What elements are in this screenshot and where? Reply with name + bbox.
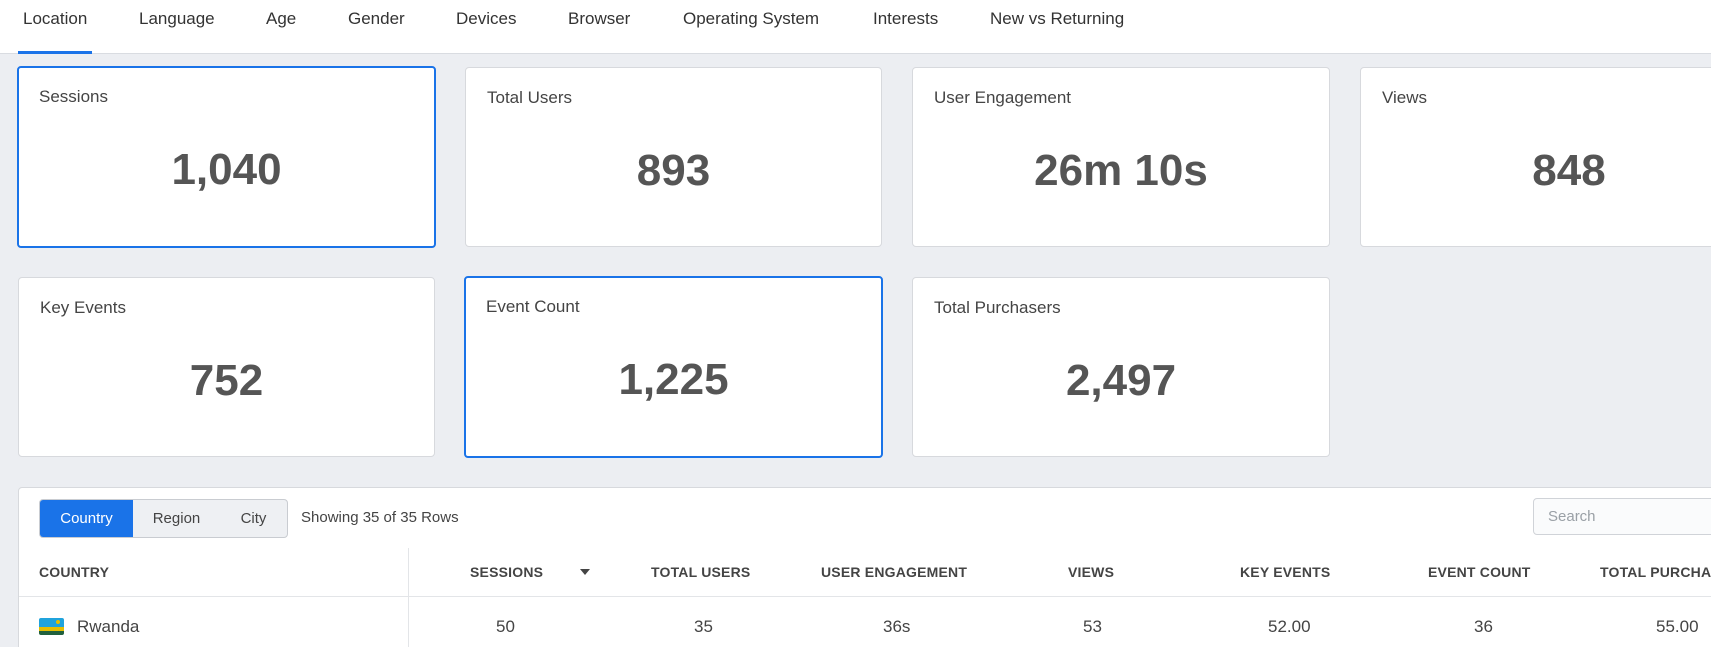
column-header-total-purchasers[interactable]: TOTAL PURCHA [1600,548,1711,596]
tab-location[interactable]: Location [17,0,93,54]
metric-value: 1,040 [171,145,282,194]
segment-country[interactable]: Country [40,500,133,537]
metric-card-total-purchasers[interactable]: Total Purchasers 2,497 [912,277,1330,457]
metric-card-sessions[interactable]: Sessions 1,040 [17,66,436,248]
table-header: COUNTRY SESSIONS TOTAL USERS USER ENGAGE… [19,548,1711,597]
metric-value: 2,497 [1065,356,1177,405]
column-header-total-users[interactable]: TOTAL USERS [651,548,750,596]
segment-city[interactable]: City [220,500,287,537]
cell-views: 53 [1083,617,1102,636]
tab-browser[interactable]: Browser [568,0,630,53]
metric-card-views[interactable]: Views 848 [1360,67,1711,247]
metric-card-key-events[interactable]: Key Events 752 [18,277,435,457]
tab-operating-system[interactable]: Operating System [683,0,819,53]
cell-user-engagement: 36s [883,617,911,636]
rwanda-flag-icon [39,618,64,635]
metric-value: 752 [189,356,264,405]
metric-card-user-engagement[interactable]: User Engagement 26m 10s [912,67,1330,247]
dimension-segmented-control: Country Region City [39,499,288,538]
metric-label: Event Count [486,297,580,316]
table-row[interactable]: Rwanda 50 35 36s 53 52.00 36 55.00 [19,597,1711,647]
segment-region[interactable]: Region [133,500,220,537]
cell-total-purchasers: 55.00 [1656,617,1699,636]
cell-total-users: 35 [694,617,713,636]
column-header-country[interactable]: COUNTRY [39,548,109,596]
tab-devices[interactable]: Devices [456,0,516,53]
metric-value: 848 [1532,146,1606,195]
metric-label: User Engagement [934,88,1072,107]
column-header-sessions[interactable]: SESSIONS [470,548,543,596]
column-header-views[interactable]: VIEWS [1068,548,1114,596]
column-header-key-events[interactable]: KEY EVENTS [1240,548,1330,596]
metric-value: 26m 10s [1034,146,1208,195]
metric-label: Views [1382,88,1428,107]
column-header-event-count[interactable]: EVENT COUNT [1428,548,1531,596]
cell-sessions: 50 [496,617,515,636]
cell-key-events: 52.00 [1268,617,1311,636]
column-header-user-engagement[interactable]: USER ENGAGEMENT [821,548,967,596]
metric-label: Total Users [487,88,573,107]
metric-label: Total Purchasers [934,298,1061,317]
location-table-panel: Country Region City Showing 35 of 35 Row… [18,487,1711,647]
dimension-tabs: Location Language Age Gender Devices Bro… [0,0,1711,54]
metric-label: Key Events [40,298,126,317]
metric-card-event-count[interactable]: Event Count 1,225 [464,276,883,458]
cell-event-count: 36 [1474,617,1493,636]
analytics-page: Location Language Age Gender Devices Bro… [0,0,1711,647]
tab-language[interactable]: Language [139,0,215,53]
tab-age[interactable]: Age [266,0,296,53]
tab-gender[interactable]: Gender [348,0,405,53]
tab-new-vs-returning[interactable]: New vs Returning [990,0,1124,53]
metric-value: 1,225 [618,355,729,404]
tab-interests[interactable]: Interests [873,0,938,53]
search-input[interactable] [1533,498,1711,535]
metric-card-total-users[interactable]: Total Users 893 [465,67,882,247]
metric-label: Sessions [39,87,108,106]
cell-country: Rwanda [77,617,140,636]
sort-descending-icon[interactable] [580,569,590,575]
metric-value: 893 [636,146,711,195]
row-count-text: Showing 35 of 35 Rows [301,509,459,526]
